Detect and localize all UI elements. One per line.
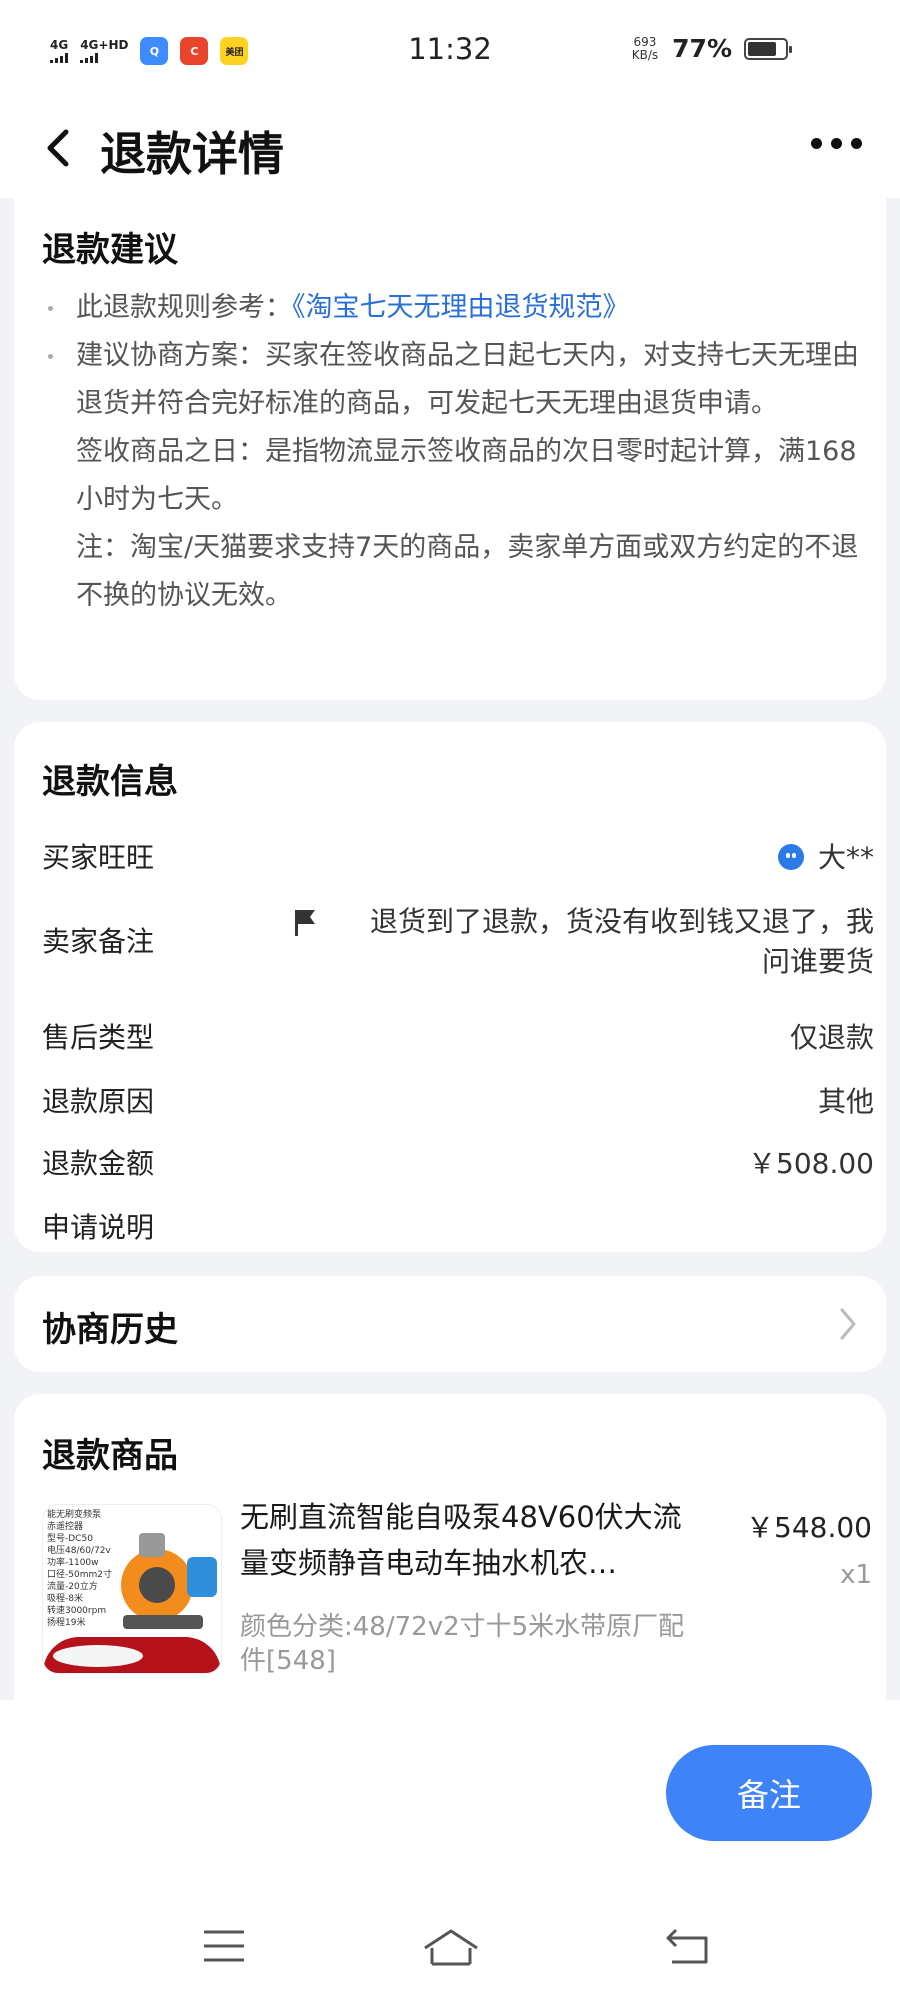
product-quantity: x1 xyxy=(840,1560,872,1590)
refund-reason-value: 其他 xyxy=(817,1085,874,1118)
network-speed-value: 693 xyxy=(633,34,657,49)
refund-advice-card: 退款建议 此退款规则参考：《淘宝七天无理由退货规范》 建议协商方案：买家在签收商… xyxy=(14,188,886,700)
advice-text: 建议协商方案：买家在签收商品之日起七天内，对支持七天无理由退货并符合完好标准的商… xyxy=(76,340,859,419)
refund-amount-value: ￥508.00 xyxy=(748,1147,874,1180)
product-thumbnail[interactable]: 能无刷变频泵 赤遥控器 型号-DC50 电压48/60/72v 功率-1100w… xyxy=(42,1504,222,1674)
battery-percent: 77% xyxy=(672,34,732,63)
hose-ring xyxy=(53,1645,143,1667)
advice-sign-date-note: 签收商品之日：是指物流显示签收商品的次日零时起计算，满168小时为七天。 xyxy=(76,436,857,515)
refund-amount-label: 退款金额 xyxy=(42,1147,155,1180)
advice-rule-prefix: 此退款规则参考： xyxy=(76,292,292,323)
wangwang-icon xyxy=(777,844,804,870)
application-desc-label: 申请说明 xyxy=(42,1211,155,1244)
aftersale-type-row: 售后类型 仅退款 xyxy=(42,1016,874,1056)
battery-icon xyxy=(744,38,792,60)
section-title: 退款信息 xyxy=(42,762,178,802)
section-title: 退款建议 xyxy=(42,230,178,270)
back-arrow-icon[interactable] xyxy=(40,120,80,176)
product-name[interactable]: 无刷直流智能自吸泵48V60伏大流量变频静音电动车抽水机农… xyxy=(240,1494,710,1586)
section-title: 退款商品 xyxy=(42,1436,178,1476)
buyer-label: 买家旺旺 xyxy=(42,841,155,874)
status-bar: 4G 4G+HD Q C 美团 11:32 693 KB/s 77% xyxy=(0,0,900,100)
negotiation-history-row[interactable]: 协商历史 xyxy=(14,1276,886,1372)
advice-note: 注：淘宝/天猫要求支持7天的商品，卖家单方面或双方约定的不退不换的协议无效。 xyxy=(42,524,872,620)
network-speed-unit: KB/s xyxy=(631,47,659,62)
chevron-right-icon xyxy=(840,1308,856,1340)
refund-info-card: 退款信息 买家旺旺 大** 卖家备注 退货到了退款，货没有收到钱又退了，我问谁要… xyxy=(14,722,886,1252)
list-item: 此退款规则参考：《淘宝七天无理由退货规范》 xyxy=(42,284,872,332)
menu-icon[interactable] xyxy=(202,1928,246,1964)
flag-icon xyxy=(295,910,315,936)
home-icon[interactable] xyxy=(422,1928,480,1968)
buyer-value[interactable]: 大** xyxy=(777,836,874,876)
section-title: 协商历史 xyxy=(42,1310,178,1350)
product-price: ￥548.00 xyxy=(746,1511,872,1544)
aftersale-type-label: 售后类型 xyxy=(42,1021,155,1054)
thumb-line: 能无刷变频泵 xyxy=(47,1510,102,1520)
aftersale-type-value: 仅退款 xyxy=(789,1021,874,1054)
network-speed: 693 KB/s xyxy=(631,34,659,62)
nav-bar: 退款详情 xyxy=(0,100,900,198)
advice-note: 签收商品之日：是指物流显示签收商品的次日零时起计算，满168小时为七天。 xyxy=(42,428,872,524)
rule-link[interactable]: 《淘宝七天无理由退货规范》 xyxy=(292,292,630,323)
advice-platform-note: 注：淘宝/天猫要求支持7天的商品，卖家单方面或双方约定的不退不换的协议无效。 xyxy=(76,532,859,611)
bottom-action-area: 备注 xyxy=(0,1700,900,2000)
buyer-name: 大** xyxy=(817,841,874,874)
refund-reason-row: 退款原因 其他 xyxy=(42,1080,874,1120)
page-title: 退款详情 xyxy=(100,127,284,181)
water-pump-image xyxy=(121,1533,217,1629)
refund-reason-label: 退款原因 xyxy=(42,1085,155,1118)
list-item: 建议协商方案：买家在签收商品之日起七天内，对支持七天无理由退货并符合完好标准的商… xyxy=(42,332,872,428)
seller-note-value: 退货到了退款，货没有收到钱又退了，我问谁要货 xyxy=(369,905,874,978)
application-desc-row: 申请说明 xyxy=(42,1206,874,1246)
system-nav-bar xyxy=(0,1928,900,1978)
seller-note-row: 卖家备注 退货到了退款，货没有收到钱又退了，我问谁要货 xyxy=(42,902,874,982)
seller-note-label: 卖家备注 xyxy=(42,925,155,958)
advice-list: 此退款规则参考：《淘宝七天无理由退货规范》 建议协商方案：买家在签收商品之日起七… xyxy=(42,284,872,620)
remark-button[interactable]: 备注 xyxy=(666,1745,872,1841)
buyer-row: 买家旺旺 大** xyxy=(42,836,874,876)
refund-amount-row: 退款金额 ￥508.00 xyxy=(42,1142,874,1182)
product-spec: 颜色分类:48/72v2寸十5米水带原厂配件[548] xyxy=(240,1612,685,1676)
more-options-icon[interactable] xyxy=(811,138,862,149)
system-back-icon[interactable] xyxy=(664,1928,710,1966)
refund-goods-card: 退款商品 能无刷变频泵 赤遥控器 型号-DC50 电压48/60/72v 功率-… xyxy=(14,1394,886,1724)
status-right: 693 KB/s 77% xyxy=(632,34,732,63)
